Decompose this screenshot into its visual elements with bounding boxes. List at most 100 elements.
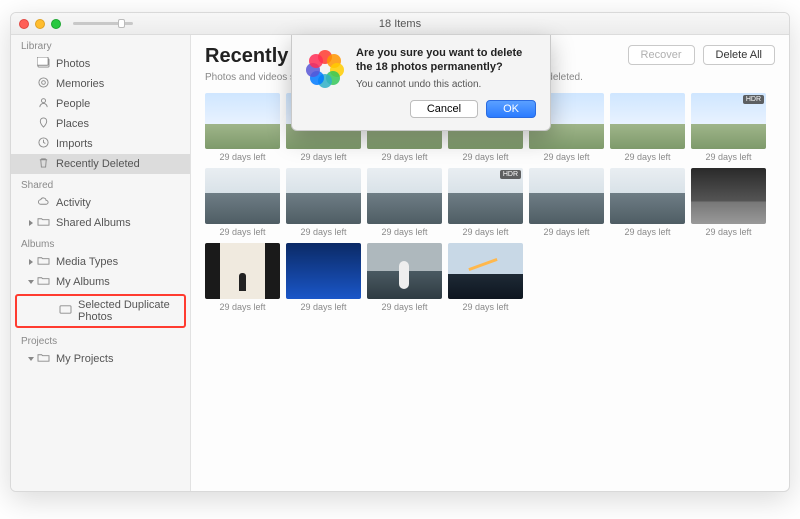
photo-cell[interactable]: 29 days left: [205, 93, 280, 162]
days-left-caption: 29 days left: [448, 152, 523, 162]
photo-cell[interactable]: 29 days left: [610, 93, 685, 162]
ok-button[interactable]: OK: [486, 100, 536, 118]
photo-thumbnail[interactable]: [367, 168, 442, 224]
sidebar: Library Photos Memories People Places Imports…: [11, 35, 191, 491]
photo-thumbnail[interactable]: [610, 168, 685, 224]
photo-cell[interactable]: 29 days left: [286, 168, 361, 237]
hdr-badge: HDR: [743, 95, 764, 104]
sidebar-item-label: My Projects: [56, 353, 113, 365]
photo-cell[interactable]: 29 days left: [205, 243, 280, 312]
days-left-caption: 29 days left: [529, 152, 604, 162]
days-left-caption: 29 days left: [691, 227, 766, 237]
dialog-detail: You cannot undo this action.: [356, 79, 536, 90]
photo-thumbnail[interactable]: HDR: [448, 168, 523, 224]
photo-cell[interactable]: HDR 29 days left: [691, 93, 766, 162]
photo-cell[interactable]: 29 days left: [367, 168, 442, 237]
photo-thumbnail[interactable]: [205, 243, 280, 299]
sidebar-item-shared-albums[interactable]: Shared Albums: [11, 213, 190, 233]
days-left-caption: 29 days left: [205, 302, 280, 312]
sidebar-item-label: Imports: [56, 138, 93, 150]
sidebar-item-memories[interactable]: Memories: [11, 74, 190, 94]
photo-thumbnail[interactable]: [286, 243, 361, 299]
sidebar-item-label: My Albums: [56, 276, 110, 288]
days-left-caption: 29 days left: [286, 302, 361, 312]
photo-thumbnail[interactable]: [610, 93, 685, 149]
photo-cell[interactable]: 29 days left: [286, 243, 361, 312]
sidebar-item-label: Shared Albums: [56, 217, 131, 229]
sidebar-header: Projects: [11, 330, 190, 349]
photos-app-icon: [304, 47, 346, 89]
hdr-badge: HDR: [500, 170, 521, 179]
photos-icon: [37, 57, 50, 71]
photo-thumbnail[interactable]: [448, 243, 523, 299]
memories-icon: [37, 77, 50, 91]
days-left-caption: 29 days left: [367, 152, 442, 162]
photo-thumbnail[interactable]: [205, 93, 280, 149]
places-icon: [37, 117, 50, 131]
photo-cell[interactable]: 29 days left: [367, 243, 442, 312]
days-left-caption: 29 days left: [610, 152, 685, 162]
sidebar-item-label: Memories: [56, 78, 104, 90]
folder-icon: [37, 216, 50, 230]
photo-thumbnail[interactable]: [286, 168, 361, 224]
days-left-caption: 29 days left: [367, 302, 442, 312]
sidebar-item-media-types[interactable]: Media Types: [11, 252, 190, 272]
delete-all-button[interactable]: Delete All: [703, 45, 775, 65]
photo-thumbnail[interactable]: [205, 168, 280, 224]
folder-icon: [37, 352, 50, 366]
sidebar-item-my-projects[interactable]: My Projects: [11, 349, 190, 369]
sidebar-item-label: Recently Deleted: [56, 158, 140, 170]
photo-cell[interactable]: 29 days left: [205, 168, 280, 237]
thumbnail-size-slider[interactable]: [73, 19, 133, 29]
fullscreen-window-button[interactable]: [51, 19, 61, 29]
days-left-caption: 29 days left: [529, 227, 604, 237]
sidebar-header: Shared: [11, 174, 190, 193]
sidebar-item-places[interactable]: Places: [11, 114, 190, 134]
imports-icon: [37, 137, 50, 151]
sidebar-item-photos[interactable]: Photos: [11, 54, 190, 74]
days-left-caption: 29 days left: [286, 152, 361, 162]
photo-cell[interactable]: 29 days left: [529, 168, 604, 237]
photo-cell[interactable]: 29 days left: [448, 243, 523, 312]
folder-icon: [37, 255, 50, 269]
days-left-caption: 29 days left: [691, 152, 766, 162]
photo-thumbnail[interactable]: [691, 168, 766, 224]
photo-thumbnail[interactable]: [367, 243, 442, 299]
sidebar-header: Albums: [11, 233, 190, 252]
cancel-button[interactable]: Cancel: [410, 100, 478, 118]
dialog-headline: Are you sure you want to delete the 18 p…: [356, 47, 536, 75]
photo-cell[interactable]: 29 days left: [691, 168, 766, 237]
photo-cell[interactable]: 29 days left: [610, 168, 685, 237]
window-controls: [19, 19, 61, 29]
sidebar-item-label: Selected Duplicate Photos: [78, 299, 174, 323]
photo-thumbnail[interactable]: HDR: [691, 93, 766, 149]
folder-icon: [37, 275, 50, 289]
disclosure-triangle-icon: [28, 357, 34, 361]
disclosure-triangle-icon: [28, 280, 34, 284]
disclosure-triangle-icon: [29, 259, 33, 265]
app-window: 18 Items Library Photos Memories People Plac…: [10, 12, 790, 492]
trash-icon: [37, 157, 50, 171]
close-window-button[interactable]: [19, 19, 29, 29]
sidebar-item-activity[interactable]: Activity: [11, 193, 190, 213]
sidebar-item-selected-duplicate-photos[interactable]: Selected Duplicate Photos: [17, 296, 184, 326]
titlebar: 18 Items: [11, 13, 789, 35]
photo-thumbnail[interactable]: [529, 168, 604, 224]
minimize-window-button[interactable]: [35, 19, 45, 29]
sidebar-item-label: People: [56, 98, 90, 110]
sidebar-item-my-albums[interactable]: My Albums: [11, 272, 190, 292]
sidebar-item-label: Photos: [56, 58, 90, 70]
sidebar-header: Library: [11, 35, 190, 54]
people-icon: [37, 97, 50, 111]
sidebar-item-imports[interactable]: Imports: [11, 134, 190, 154]
photo-cell[interactable]: HDR29 days left: [448, 168, 523, 237]
recover-button[interactable]: Recover: [628, 45, 695, 65]
sidebar-item-label: Activity: [56, 197, 91, 209]
days-left-caption: 29 days left: [367, 227, 442, 237]
album-icon: [59, 304, 72, 318]
sidebar-item-label: Media Types: [56, 256, 118, 268]
days-left-caption: 29 days left: [205, 227, 280, 237]
sidebar-item-people[interactable]: People: [11, 94, 190, 114]
days-left-caption: 29 days left: [610, 227, 685, 237]
sidebar-item-recently-deleted[interactable]: Recently Deleted: [11, 154, 190, 174]
